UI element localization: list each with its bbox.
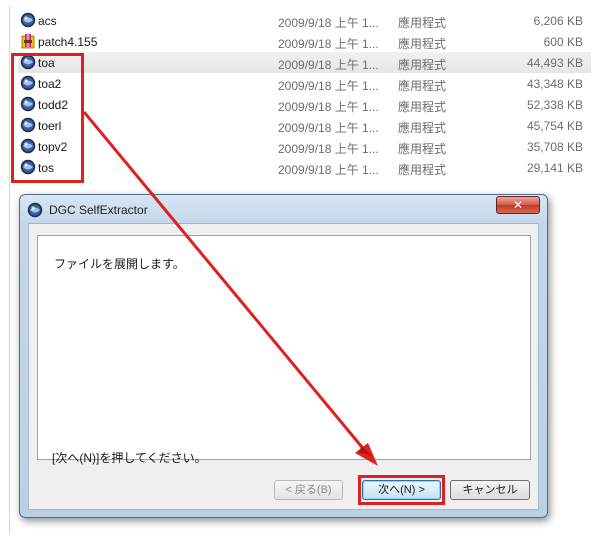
file-row-patch[interactable]: patch4.155 2009/9/18 上午 1... 應用程式 600 KB [18, 31, 591, 52]
file-date: 2009/9/18 上午 1... [278, 79, 379, 93]
app-globe-icon [20, 12, 36, 28]
file-type: 應用程式 [398, 100, 447, 114]
dialog-body: ファイルを展開します。 [次へ(N)]を押してください。 < 戻る(B) 次へ(… [28, 223, 539, 510]
file-type: 應用程式 [398, 16, 447, 30]
file-type: 應用程式 [398, 121, 447, 135]
file-size: 35,708 KB [526, 140, 583, 154]
file-date: 2009/9/18 上午 1... [278, 58, 379, 72]
app-globe-icon [27, 202, 43, 218]
selfextractor-dialog: DGC SelfExtractor ✕ ファイルを展開します。 [次へ(N)]を… [19, 194, 548, 518]
file-row-todd2[interactable]: todd2 2009/9/18 上午 1... 應用程式 52,338 KB [18, 94, 591, 115]
cancel-button[interactable]: キャンセル [450, 480, 530, 500]
file-type: 應用程式 [398, 37, 447, 51]
file-row-toa2[interactable]: toa2 2009/9/18 上午 1... 應用程式 43,348 KB [18, 73, 591, 94]
file-row-toa[interactable]: toa 2009/9/18 上午 1... 應用程式 44,493 KB [18, 52, 591, 73]
file-date: 2009/9/18 上午 1... [278, 142, 379, 156]
file-name: acs [38, 14, 57, 28]
file-date: 2009/9/18 上午 1... [278, 163, 379, 177]
file-name: patch4.155 [38, 35, 98, 49]
file-type: 應用程式 [398, 58, 447, 72]
file-row-topv2[interactable]: topv2 2009/9/18 上午 1... 應用程式 35,708 KB [18, 136, 591, 157]
file-date: 2009/9/18 上午 1... [278, 37, 379, 51]
file-size: 52,338 KB [526, 98, 583, 112]
file-type: 應用程式 [398, 163, 447, 177]
close-button[interactable]: ✕ [496, 196, 540, 214]
annotation-highlight-box [11, 53, 84, 183]
file-row-toerl[interactable]: toerl 2009/9/18 上午 1... 應用程式 45,754 KB [18, 115, 591, 136]
file-row-acs[interactable]: acs 2009/9/18 上午 1... 應用程式 6,206 KB [18, 10, 591, 31]
file-size: 43,348 KB [526, 77, 583, 91]
message-bottom: [次へ(N)]を押してください。 [52, 451, 207, 465]
file-type: 應用程式 [398, 142, 447, 156]
file-date: 2009/9/18 上午 1... [278, 16, 379, 30]
back-button[interactable]: < 戻る(B) [274, 480, 343, 500]
annotation-button-highlight [358, 475, 445, 505]
message-top: ファイルを展開します。 [54, 257, 185, 271]
file-date: 2009/9/18 上午 1... [278, 100, 379, 114]
file-size: 45,754 KB [526, 119, 583, 133]
file-date: 2009/9/18 上午 1... [278, 121, 379, 135]
file-size: 44,493 KB [526, 56, 583, 70]
message-panel: ファイルを展開します。 [次へ(N)]を押してください。 [37, 235, 531, 465]
file-size: 6,206 KB [533, 14, 583, 28]
file-size: 29,141 KB [526, 161, 583, 175]
close-icon: ✕ [512, 198, 524, 212]
dialog-title: DGC SelfExtractor [49, 203, 148, 217]
file-type: 應用程式 [398, 79, 447, 93]
archive-icon [21, 34, 35, 49]
file-size: 600 KB [543, 35, 583, 49]
file-row-tos[interactable]: tos 2009/9/18 上午 1... 應用程式 29,141 KB [18, 157, 591, 178]
